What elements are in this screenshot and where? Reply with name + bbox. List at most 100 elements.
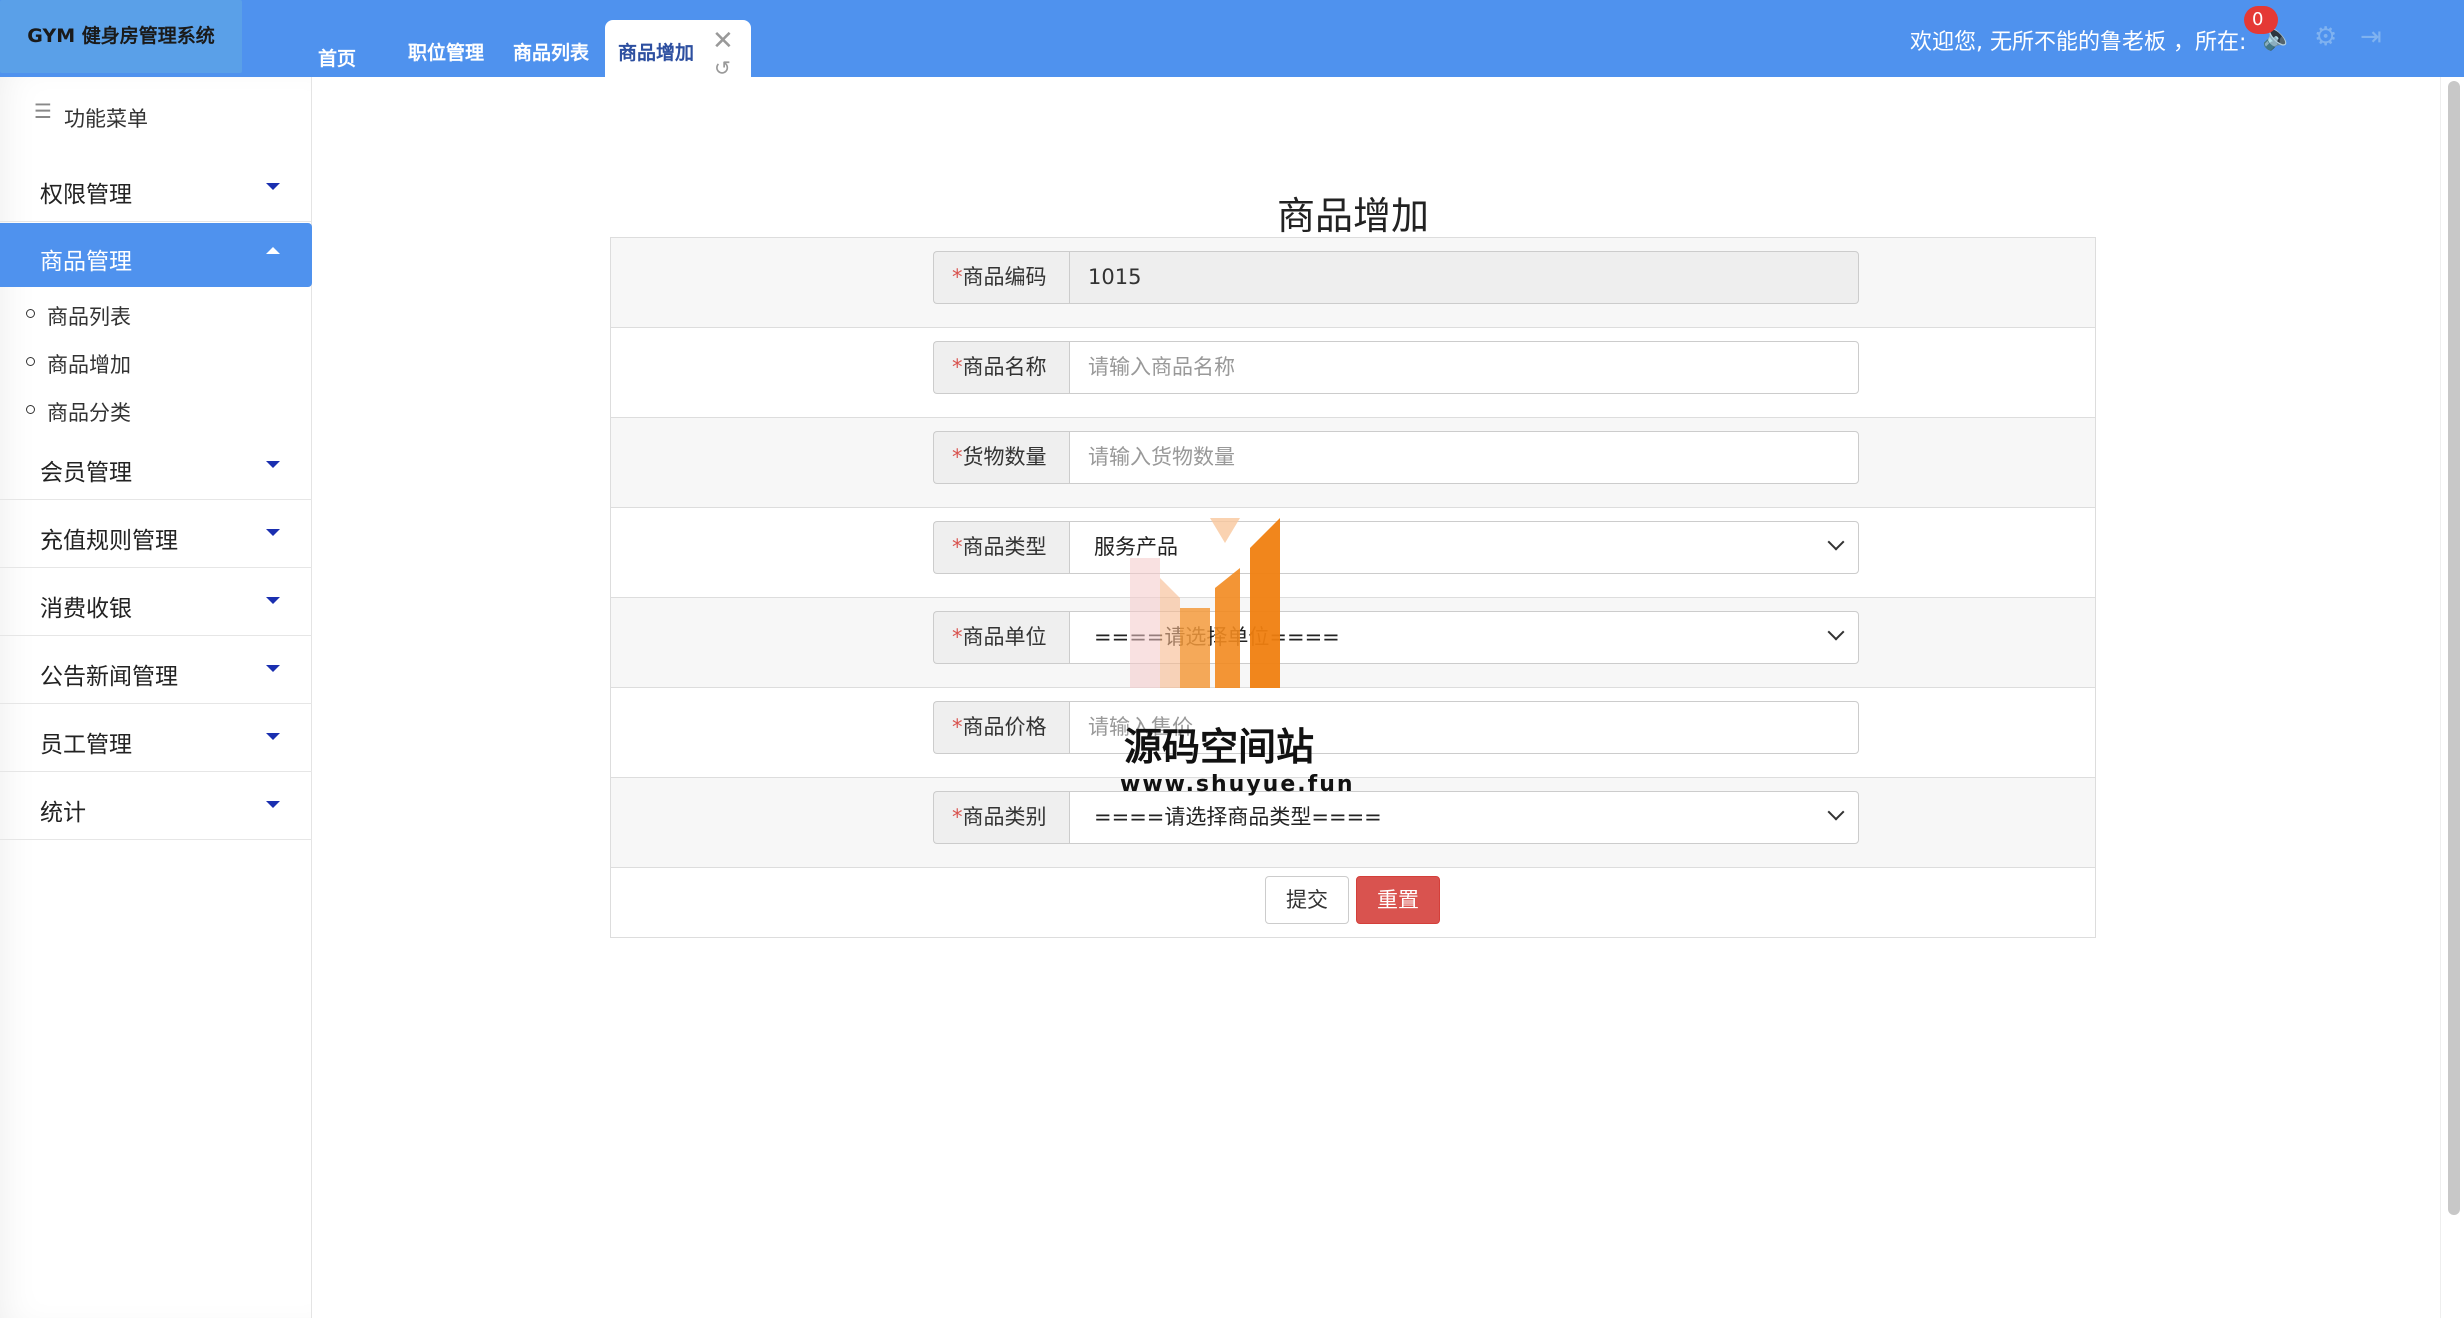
tab-product-add[interactable]: 商品增加 ✕ ↺ [605, 20, 751, 80]
caret-down-icon [266, 801, 280, 808]
field-label: *商品类型 [933, 521, 1069, 574]
sidebar-item-label: 消费收银 [40, 596, 132, 622]
field-label: *商品类别 [933, 791, 1069, 844]
notification-badge: 0 [2244, 6, 2278, 34]
stock-quantity-input[interactable]: 请输入货物数量 [1069, 431, 1859, 484]
field-label-text: 商品编码 [962, 265, 1047, 289]
sidebar-title: 功能菜单 [64, 107, 148, 131]
sidebar-item-cashier[interactable]: 消费收银 [0, 570, 312, 636]
chevron-down-icon [1827, 803, 1845, 821]
stock-quantity-field: *货物数量 请输入货物数量 [933, 431, 1859, 484]
bullet-icon [26, 309, 35, 318]
reset-button[interactable]: 重置 [1356, 876, 1440, 924]
tab-label: 职位管理 [408, 42, 485, 64]
sidebar-item-staff[interactable]: 员工管理 [0, 706, 312, 772]
app-logo-title: GYM 健身房管理系统 [0, 0, 242, 73]
sidebar-item-label: 充值规则管理 [40, 528, 178, 554]
product-code-input: 1015 [1069, 251, 1859, 304]
chevron-down-icon [1827, 533, 1845, 551]
sidebar-subitem-label: 商品增加 [47, 353, 131, 377]
select-value: ====请选择商品类型==== [1094, 805, 1382, 829]
sidebar-item-permissions[interactable]: 权限管理 [0, 156, 312, 222]
sidebar-subitem-label: 商品列表 [47, 305, 131, 329]
product-category-field: *商品类别 ====请选择商品类型==== [933, 791, 1859, 844]
product-price-field: *商品价格 请输入售价 [933, 701, 1859, 754]
tab-close-icon[interactable]: ✕ [712, 26, 734, 56]
bullet-icon [26, 405, 35, 414]
sidebar-subitem-product-list[interactable]: 商品列表 [0, 291, 312, 339]
tab-product-list[interactable]: 商品列表 [513, 38, 589, 95]
sidebar-item-label: 公告新闻管理 [40, 664, 178, 690]
sidebar-item-label: 统计 [40, 800, 86, 826]
caret-down-icon [266, 529, 280, 536]
field-label: *商品编码 [933, 251, 1069, 304]
product-category-select[interactable]: ====请选择商品类型==== [1069, 791, 1859, 844]
field-label: *商品价格 [933, 701, 1069, 754]
field-label-text: 货物数量 [962, 445, 1047, 469]
caret-down-icon [266, 597, 280, 604]
required-mark: * [952, 715, 963, 739]
caret-down-icon [266, 461, 280, 468]
main-scrollbar[interactable] [2440, 77, 2464, 1318]
field-label-text: 商品价格 [962, 715, 1047, 739]
field-label: *商品名称 [933, 341, 1069, 394]
required-mark: * [952, 355, 963, 379]
sidebar-item-label: 会员管理 [40, 460, 132, 486]
form-row: *商品类型 服务产品 [611, 508, 2095, 598]
tab-label: 商品增加 [618, 42, 695, 64]
logout-icon[interactable]: ⇥ [2360, 22, 2382, 52]
menu-icon: ☰ [34, 99, 52, 123]
sidebar-item-label: 员工管理 [40, 732, 132, 758]
product-type-field: *商品类型 服务产品 [933, 521, 1859, 574]
sidebar-item-products[interactable]: 商品管理 [0, 223, 312, 287]
caret-up-icon [266, 247, 280, 254]
sidebar-subitem-label: 商品分类 [47, 401, 131, 425]
field-label-text: 商品类型 [962, 535, 1047, 559]
scrollbar-thumb[interactable] [2448, 81, 2460, 1215]
tab-refresh-icon[interactable]: ↺ [714, 56, 731, 80]
form-row: *商品价格 请输入售价 [611, 688, 2095, 778]
field-label: *商品单位 [933, 611, 1069, 664]
sidebar: ☰ 功能菜单 权限管理 商品管理 商品列表 商品增加 商品分类 会员管理 充值规… [0, 77, 312, 1318]
tab-label: 商品列表 [513, 42, 590, 64]
tab-label: 首页 [318, 48, 357, 70]
caret-down-icon [266, 733, 280, 740]
product-unit-field: *商品单位 ====请选择单位==== [933, 611, 1859, 664]
field-label-text: 商品单位 [962, 625, 1047, 649]
sidebar-item-label: 商品管理 [40, 249, 132, 275]
bullet-icon [26, 357, 35, 366]
product-add-form: *商品编码 1015 *商品名称 请输入商品名称 *货物数量 请输入货物数量 *… [610, 237, 2096, 938]
form-row: *货物数量 请输入货物数量 [611, 418, 2095, 508]
form-row: *商品名称 请输入商品名称 [611, 328, 2095, 418]
sidebar-item-label: 权限管理 [40, 182, 132, 208]
watermark-logo [1130, 518, 1280, 688]
sidebar-subitem-product-add[interactable]: 商品增加 [0, 339, 312, 387]
page-title: 商品增加 [1276, 194, 1429, 238]
required-mark: * [952, 265, 963, 289]
field-label: *货物数量 [933, 431, 1069, 484]
caret-down-icon [266, 183, 280, 190]
top-bar: GYM 健身房管理系统 首页 职位管理 商品列表 商品增加 ✕ ↺ 欢迎您, 无… [0, 0, 2464, 80]
required-mark: * [952, 625, 963, 649]
welcome-text: 欢迎您, 无所不能的鲁老板 ，所在: [1910, 30, 2247, 55]
field-label-text: 商品名称 [962, 355, 1047, 379]
sidebar-item-news[interactable]: 公告新闻管理 [0, 638, 312, 704]
sidebar-subitem-product-category[interactable]: 商品分类 [0, 387, 312, 435]
submit-button[interactable]: 提交 [1265, 876, 1349, 924]
caret-down-icon [266, 665, 280, 672]
required-mark: * [952, 535, 963, 559]
product-name-input[interactable]: 请输入商品名称 [1069, 341, 1859, 394]
form-row: *商品编码 1015 [611, 238, 2095, 328]
settings-gear-icon[interactable]: ⚙ [2314, 22, 2337, 52]
sidebar-item-members[interactable]: 会员管理 [0, 434, 312, 500]
sidebar-item-statistics[interactable]: 统计 [0, 774, 312, 840]
product-name-field: *商品名称 请输入商品名称 [933, 341, 1859, 394]
watermark-text: 源码空间站 [1124, 725, 1315, 769]
tab-home[interactable]: 首页 [318, 44, 356, 101]
chevron-down-icon [1827, 623, 1845, 641]
sidebar-item-recharge-rules[interactable]: 充值规则管理 [0, 502, 312, 568]
required-mark: * [952, 445, 963, 469]
tab-job-management[interactable]: 职位管理 [408, 38, 484, 95]
sidebar-header: ☰ 功能菜单 [0, 97, 312, 137]
form-row: *商品单位 ====请选择单位==== [611, 598, 2095, 688]
